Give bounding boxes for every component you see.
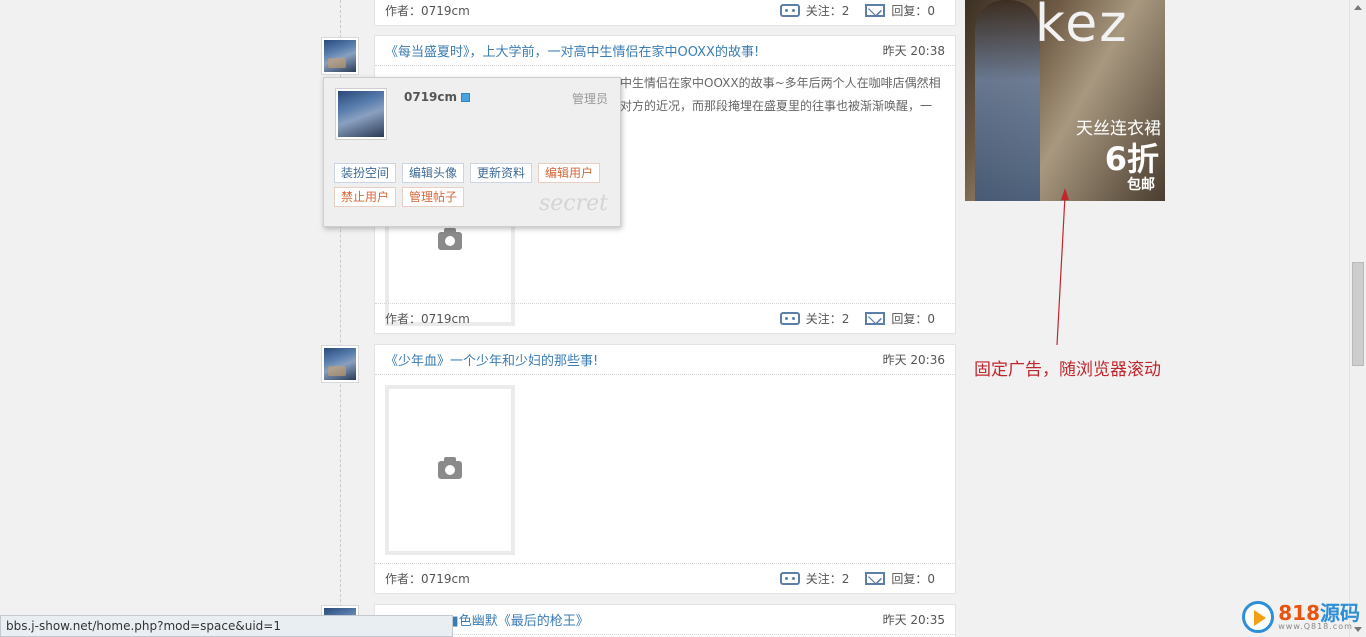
play-icon: [1242, 601, 1275, 633]
site-logo: 818源码 www.Q818.com: [1242, 601, 1360, 633]
vertical-scrollbar[interactable]: [1349, 0, 1366, 637]
browser-status-bar: bbs.j-show.net/home.php?mod=space&uid=1: [0, 615, 453, 637]
logo-site: www.Q818.com: [1278, 622, 1353, 631]
scrollbar-thumb[interactable]: [1352, 262, 1364, 366]
annotation-text: 固定广告，随浏览器滚动: [974, 360, 1161, 380]
annotation-arrow: [1056, 188, 1069, 346]
scroll-up-icon[interactable]: [1354, 5, 1362, 10]
